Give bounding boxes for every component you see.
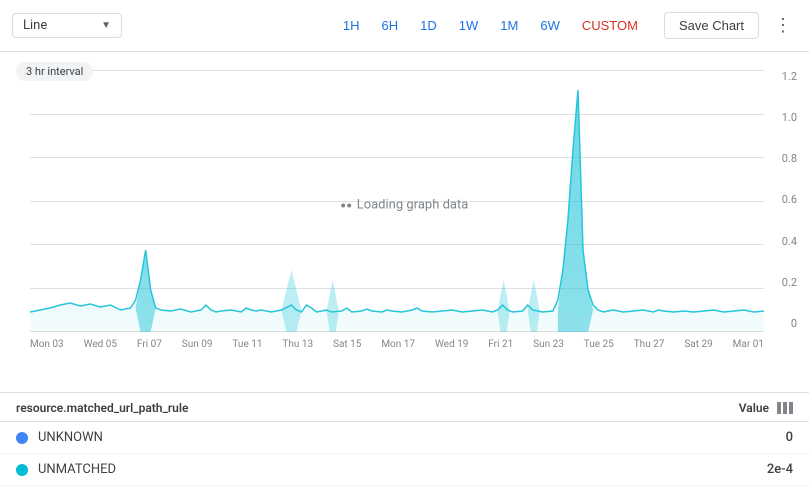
- x-label: Sat 29: [684, 339, 712, 350]
- time-btn-1w[interactable]: 1W: [449, 13, 489, 38]
- y-label: 1.0: [782, 111, 797, 124]
- x-label: Wed 19: [435, 339, 468, 350]
- time-btn-6w[interactable]: 6W: [530, 13, 570, 38]
- legend-header-right: Value: [739, 401, 793, 415]
- legend-item-value: 2e-4: [767, 462, 793, 477]
- x-label: Thu 13: [282, 339, 313, 350]
- x-label: Thu 27: [634, 339, 665, 350]
- x-label: Tue 11: [232, 339, 262, 350]
- x-label: Wed 05: [84, 339, 117, 350]
- y-axis: 1.2 1.0 0.8 0.6 0.4 0.2 0: [782, 70, 797, 330]
- legend-header: resource.matched_url_path_rule Value: [0, 393, 809, 422]
- chevron-down-icon: ▼: [101, 20, 111, 31]
- column-chart-icon[interactable]: [777, 402, 793, 414]
- time-btn-1d[interactable]: 1D: [410, 13, 447, 38]
- legend-column-label: resource.matched_url_path_rule: [16, 401, 188, 415]
- time-btn-6h[interactable]: 6H: [372, 13, 409, 38]
- x-label: Mon 17: [381, 339, 415, 350]
- legend-item-name: UNKNOWN: [38, 430, 786, 445]
- toolbar: Line ▼ 1H 6H 1D 1W 1M 6W CUSTOM Save Cha…: [0, 0, 809, 52]
- y-label: 0.4: [782, 235, 797, 248]
- list-item: UNMATCHED 2e-4: [0, 454, 809, 486]
- chart-type-label: Line: [23, 18, 47, 33]
- time-btn-1m[interactable]: 1M: [490, 13, 528, 38]
- more-icon: ⋮: [774, 15, 792, 36]
- x-label: Fri 07: [137, 339, 162, 350]
- legend-item-name: UNMATCHED: [38, 462, 767, 477]
- legend-item-value: 0: [786, 430, 793, 445]
- x-label: Sun 23: [533, 339, 564, 350]
- loading-text: Loading graph data: [341, 198, 469, 213]
- x-label: Fri 21: [488, 339, 513, 350]
- time-btn-1h[interactable]: 1H: [333, 13, 370, 38]
- interval-badge: 3 hr interval: [16, 62, 93, 81]
- y-label: 0: [782, 317, 797, 330]
- save-chart-button[interactable]: Save Chart: [664, 12, 759, 39]
- list-item: UNKNOWN 0: [0, 422, 809, 454]
- legend-color-dot: [16, 432, 28, 444]
- loading-label: Loading graph data: [357, 198, 469, 213]
- y-label: 0.6: [782, 193, 797, 206]
- y-label: 1.2: [782, 70, 797, 83]
- x-axis: Mon 03 Wed 05 Fri 07 Sun 09 Tue 11 Thu 1…: [30, 339, 764, 350]
- time-range-buttons: 1H 6H 1D 1W 1M 6W CUSTOM: [333, 13, 648, 38]
- x-label: Tue 25: [584, 339, 614, 350]
- legend-value-label: Value: [739, 401, 769, 415]
- y-label: 0.2: [782, 276, 797, 289]
- x-label: Mon 03: [30, 339, 64, 350]
- legend-area: resource.matched_url_path_rule Value UNK…: [0, 392, 809, 486]
- x-label: Sat 15: [333, 339, 361, 350]
- y-label: 0.8: [782, 152, 797, 165]
- chart-container: 1.2 1.0 0.8 0.6 0.4 0.2 0: [0, 70, 809, 370]
- legend-color-dot: [16, 464, 28, 476]
- x-label: Sun 09: [182, 339, 213, 350]
- x-label: Mar 01: [733, 339, 764, 350]
- time-btn-custom[interactable]: CUSTOM: [572, 13, 648, 38]
- chart-type-dropdown[interactable]: Line ▼: [12, 13, 122, 38]
- loading-dots-icon: [341, 203, 351, 207]
- chart-area: 3 hr interval 1.2 1.0 0.8 0.6 0.4 0.2 0: [0, 52, 809, 392]
- more-options-button[interactable]: ⋮: [769, 12, 797, 40]
